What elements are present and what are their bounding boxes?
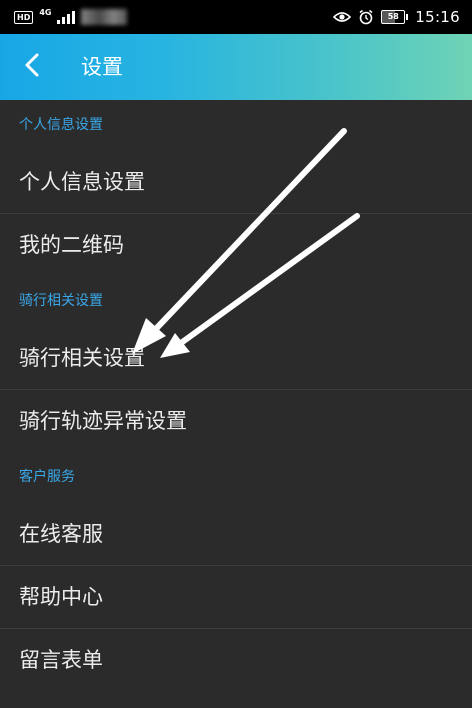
network-type: 4G	[39, 7, 52, 17]
battery-icon: 58	[381, 10, 409, 24]
section-header-personal: 个人信息设置	[19, 117, 103, 133]
battery-level: 58	[387, 12, 399, 21]
app-bar: 设置	[0, 34, 472, 100]
item-feedback-form[interactable]: 留言表单	[0, 629, 472, 691]
back-button[interactable]	[10, 45, 54, 89]
signal-icon	[57, 10, 76, 24]
alarm-icon	[358, 9, 374, 25]
item-personal-info[interactable]: 个人信息设置	[0, 151, 472, 214]
status-bar: HD 4G 58 15:16	[0, 0, 472, 34]
eye-icon	[333, 10, 352, 24]
item-my-qrcode[interactable]: 我的二维码	[0, 214, 472, 276]
item-riding-settings[interactable]: 骑行相关设置	[0, 327, 472, 390]
item-track-anomaly-settings[interactable]: 骑行轨迹异常设置	[0, 390, 472, 452]
hd-badge: HD	[14, 10, 34, 24]
status-time: 15:16	[415, 8, 460, 26]
page-title: 设置	[81, 55, 123, 79]
item-help-center[interactable]: 帮助中心	[0, 566, 472, 629]
back-arrow-icon	[23, 52, 41, 82]
section-header-riding: 骑行相关设置	[19, 293, 103, 309]
status-right: 58 15:16	[333, 0, 460, 34]
item-online-service[interactable]: 在线客服	[0, 503, 472, 566]
status-left: HD 4G	[14, 0, 128, 34]
settings-list: 个人信息设置 个人信息设置 我的二维码 骑行相关设置 骑行相关设置 骑行轨迹异常…	[0, 100, 472, 691]
section-header-customer-service: 客户服务	[19, 469, 75, 485]
blurred-carrier	[81, 9, 128, 25]
